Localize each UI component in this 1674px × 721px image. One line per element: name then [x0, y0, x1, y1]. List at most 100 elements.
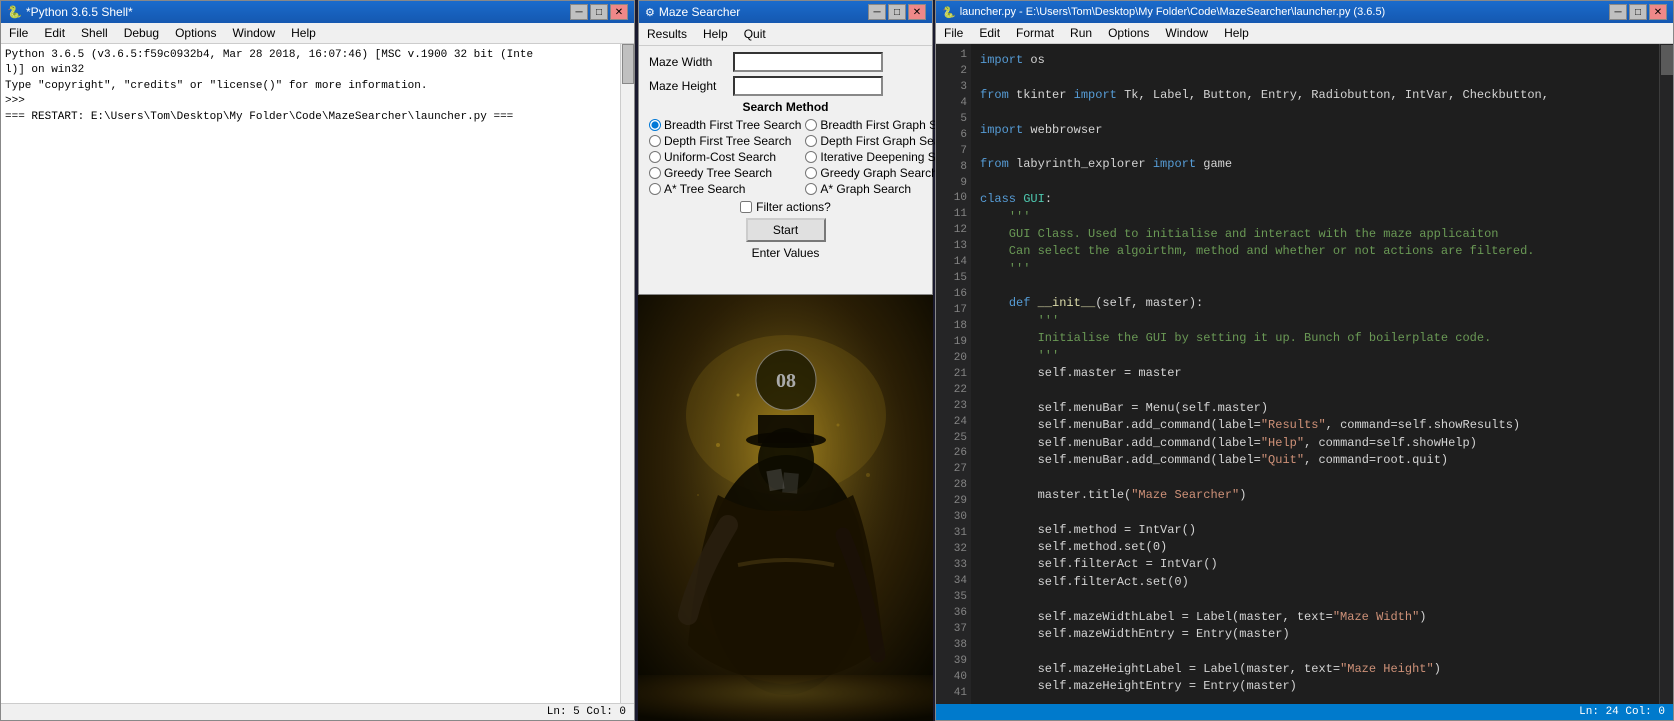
python-shell-menubar: File Edit Shell Debug Options Window Hel…	[1, 23, 634, 44]
maze-width-row: Maze Width	[649, 52, 922, 72]
maze-icon: ⚙	[645, 6, 655, 19]
shell-output: Python 3.6.5 (v3.6.5:f59c0932b4, Mar 28 …	[5, 48, 630, 125]
breadth-first-graph-radio[interactable]	[805, 119, 817, 131]
maximize-button[interactable]: □	[590, 4, 608, 20]
code-content-area[interactable]: 1 2 3 4 5 6 7 8 9 10 11 12 13 14 15 16 1…	[936, 44, 1673, 704]
code-line-5: import webbrowser	[980, 122, 1669, 139]
astar-tree-radio[interactable]	[649, 183, 661, 195]
close-button[interactable]: ✕	[610, 4, 628, 20]
shell-line-1: Python 3.6.5 (v3.6.5:f59c0932b4, Mar 28 …	[5, 48, 630, 63]
iterative-deepening-radio[interactable]	[805, 151, 817, 163]
code-line-29: self.method.set(0)	[980, 539, 1669, 556]
editor-icon: 🐍	[942, 6, 956, 19]
dialog-maximize-button[interactable]: □	[888, 4, 906, 20]
maze-height-row: Maze Height	[649, 76, 922, 96]
code-line-3: from tkinter import Tk, Label, Button, E…	[980, 87, 1669, 104]
greedy-graph-radio[interactable]	[805, 167, 817, 179]
maze-dialog-title: Maze Searcher	[659, 5, 740, 19]
search-method-options: Breadth First Tree Search Breadth First …	[649, 118, 922, 196]
editor-maximize-button[interactable]: □	[1629, 4, 1647, 20]
editor-menu-file[interactable]: File	[936, 24, 971, 42]
code-line-31: self.filterAct.set(0)	[980, 574, 1669, 591]
code-line-30: self.filterAct = IntVar()	[980, 556, 1669, 573]
shell-line-3: Type "copyright", "credits" or "license(…	[5, 79, 630, 94]
astar-tree-label: A* Tree Search	[664, 182, 745, 196]
breadth-first-tree-option[interactable]: Breadth First Tree Search	[649, 118, 801, 132]
editor-minimize-button[interactable]: ─	[1609, 4, 1627, 20]
menu-edit[interactable]: Edit	[36, 24, 73, 42]
minimize-button[interactable]: ─	[570, 4, 588, 20]
maze-width-input[interactable]	[733, 52, 883, 72]
editor-menu-run[interactable]: Run	[1062, 24, 1100, 42]
code-line-7: from labyrinth_explorer import game	[980, 156, 1669, 173]
astar-tree-option[interactable]: A* Tree Search	[649, 182, 801, 196]
uniform-cost-radio[interactable]	[649, 151, 661, 163]
python-shell-titlebar: 🐍 *Python 3.6.5 Shell* ─ □ ✕	[1, 1, 634, 23]
editor-menu-format[interactable]: Format	[1008, 24, 1062, 42]
astar-graph-label: A* Graph Search	[820, 182, 911, 196]
code-line-36: self.mazeHeightLabel = Label(master, tex…	[980, 661, 1669, 678]
breadth-first-tree-label: Breadth First Tree Search	[664, 118, 801, 132]
maze-height-label: Maze Height	[649, 79, 729, 93]
editor-menu-window[interactable]: Window	[1157, 24, 1216, 42]
code-line-25	[980, 469, 1669, 486]
search-method-header: Search Method	[649, 100, 922, 114]
dialog-quit[interactable]: Quit	[736, 25, 774, 43]
astar-graph-radio[interactable]	[805, 183, 817, 195]
code-line-1: import os	[980, 52, 1669, 69]
uniform-cost-option[interactable]: Uniform-Cost Search	[649, 150, 801, 164]
editor-menu-options[interactable]: Options	[1100, 24, 1157, 42]
editor-scrollbar[interactable]	[1659, 44, 1673, 704]
shell-content-area[interactable]: Python 3.6.5 (v3.6.5:f59c0932b4, Mar 28 …	[1, 44, 634, 703]
shell-status-bar: Ln: 5 Col: 0	[1, 703, 634, 720]
code-line-38	[980, 695, 1669, 704]
code-line-8	[980, 174, 1669, 191]
greedy-tree-option[interactable]: Greedy Tree Search	[649, 166, 801, 180]
code-line-23: self.menuBar.add_command(label="Help", c…	[980, 435, 1669, 452]
dialog-close-button[interactable]: ✕	[908, 4, 926, 20]
code-editor-menubar: File Edit Format Run Options Window Help	[936, 23, 1673, 44]
dialog-help[interactable]: Help	[695, 25, 736, 43]
maze-dialog-window: ⚙ Maze Searcher ─ □ ✕ Results Help Quit …	[638, 0, 933, 295]
filter-actions-row: Filter actions?	[649, 200, 922, 214]
line-numbers: 1 2 3 4 5 6 7 8 9 10 11 12 13 14 15 16 1…	[936, 44, 971, 704]
svg-text:08: 08	[776, 370, 796, 392]
dialog-minimize-button[interactable]: ─	[868, 4, 886, 20]
start-button[interactable]: Start	[746, 218, 826, 242]
maze-image-area: 08	[638, 295, 933, 721]
code-line-13: '''	[980, 261, 1669, 278]
code-line-11: GUI Class. Used to initialise and intera…	[980, 226, 1669, 243]
maze-height-input[interactable]	[733, 76, 883, 96]
depth-first-graph-radio[interactable]	[805, 135, 817, 147]
menu-help[interactable]: Help	[283, 24, 324, 42]
menu-window[interactable]: Window	[224, 24, 283, 42]
code-line-28: self.method = IntVar()	[980, 522, 1669, 539]
editor-position: Ln: 24 Col: 0	[1579, 706, 1665, 718]
shell-scrollbar[interactable]	[620, 44, 634, 703]
depth-first-tree-radio[interactable]	[649, 135, 661, 147]
code-editor-window: 🐍 launcher.py - E:\Users\Tom\Desktop\My …	[935, 0, 1674, 721]
editor-close-button[interactable]: ✕	[1649, 4, 1667, 20]
depth-first-tree-option[interactable]: Depth First Tree Search	[649, 134, 801, 148]
enter-values-text: Enter Values	[649, 246, 922, 260]
editor-scroll-thumb[interactable]	[1661, 45, 1673, 75]
python-shell-title: *Python 3.6.5 Shell*	[26, 5, 133, 19]
code-line-34: self.mazeWidthEntry = Entry(master)	[980, 626, 1669, 643]
code-line-33: self.mazeWidthLabel = Label(master, text…	[980, 609, 1669, 626]
editor-menu-help[interactable]: Help	[1216, 24, 1257, 42]
uniform-cost-label: Uniform-Cost Search	[664, 150, 776, 164]
greedy-graph-label: Greedy Graph Search	[820, 166, 937, 180]
code-line-9: class GUI:	[980, 191, 1669, 208]
menu-options[interactable]: Options	[167, 24, 224, 42]
breadth-first-tree-radio[interactable]	[649, 119, 661, 131]
scroll-thumb[interactable]	[622, 44, 634, 84]
menu-file[interactable]: File	[1, 24, 36, 42]
filter-actions-checkbox[interactable]	[740, 201, 752, 213]
maze-dialog-menubar: Results Help Quit	[639, 23, 932, 46]
code-line-10: '''	[980, 209, 1669, 226]
greedy-tree-radio[interactable]	[649, 167, 661, 179]
editor-menu-edit[interactable]: Edit	[971, 24, 1008, 42]
menu-shell[interactable]: Shell	[73, 24, 116, 42]
menu-debug[interactable]: Debug	[116, 24, 167, 42]
dialog-results[interactable]: Results	[639, 25, 695, 43]
